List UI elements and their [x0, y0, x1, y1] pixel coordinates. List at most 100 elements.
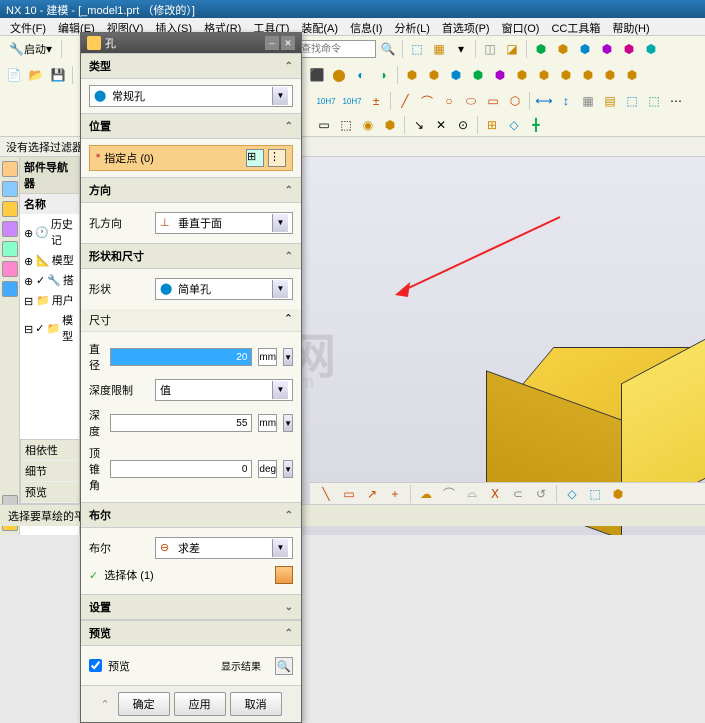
depth-limit-combo[interactable]: 值 ▼ [155, 379, 293, 401]
section-dims-header[interactable]: 尺寸 ⌃ [81, 309, 301, 332]
footer-chevron-icon[interactable]: ⌃ [100, 698, 109, 711]
menu-file[interactable]: 文件(F) [4, 18, 52, 35]
rail-nav-icon[interactable] [2, 161, 18, 177]
cancel-button[interactable]: 取消 [230, 692, 282, 716]
tb-subtract-icon[interactable]: ⬢ [578, 65, 598, 85]
section-direction-header[interactable]: 方向 ⌃ [81, 177, 301, 203]
tb-layer-icon[interactable]: ▤ [600, 91, 620, 111]
tb-wcs-icon[interactable]: ⊞ [482, 115, 502, 135]
tb-arc-icon[interactable]: ⌒ [417, 91, 437, 111]
section-shape-header[interactable]: 形状和尺寸 ⌃ [81, 243, 301, 269]
bt-c1-icon[interactable]: ⌒ [439, 484, 459, 504]
tb-unite-icon[interactable]: ⬢ [556, 65, 576, 85]
tb-cyl-icon[interactable]: ⬤ [329, 65, 349, 85]
rail-const-icon[interactable] [2, 201, 18, 217]
tb-snap3-icon[interactable]: ⊙ [453, 115, 473, 135]
bt-c5-icon[interactable]: ↺ [531, 484, 551, 504]
tb-pattern-icon[interactable]: ⬢ [512, 65, 532, 85]
tab-dependency[interactable]: 相依性 [21, 440, 79, 461]
nav-item-model2[interactable]: ⊟✓📁模型 [20, 310, 79, 346]
chevron-down-icon[interactable]: ▼ [272, 214, 288, 232]
preview-checkbox[interactable] [89, 659, 102, 672]
tb-tol-icon[interactable]: ± [366, 91, 386, 111]
bt-rect-icon[interactable]: ▭ [339, 484, 359, 504]
chevron-down-icon[interactable]: ▼ [272, 87, 288, 105]
tb-intersect-icon[interactable]: ⬢ [600, 65, 620, 85]
tb-circle-icon[interactable]: ○ [439, 91, 459, 111]
tb-cube2-icon[interactable]: ⬢ [553, 39, 573, 59]
bt-d2-icon[interactable]: ⬚ [585, 484, 605, 504]
select-body-button[interactable] [275, 566, 293, 584]
bt-c2-icon[interactable]: ⌓ [462, 484, 482, 504]
sketch-point-button[interactable]: ⊞ [246, 149, 264, 167]
bt-line-icon[interactable]: ╲ [316, 484, 336, 504]
point-dialog-button[interactable]: ⋮ [268, 149, 286, 167]
search-icon[interactable]: 🔍 [378, 39, 398, 59]
diameter-dropdown-icon[interactable]: ▼ [283, 348, 293, 366]
tb-dim1-icon[interactable]: ⟷ [534, 91, 554, 111]
menu-prefs[interactable]: 首选项(P) [436, 18, 496, 35]
section-boolean-header[interactable]: 布尔 ⌃ [81, 502, 301, 528]
tb-view1-icon[interactable]: ⬚ [622, 91, 642, 111]
menu-analysis[interactable]: 分析(L) [388, 18, 435, 35]
tb-cube4-icon[interactable]: ⬢ [597, 39, 617, 59]
rail-ie-icon[interactable] [2, 281, 18, 297]
chevron-down-icon[interactable]: ▼ [272, 539, 288, 557]
tab-detail[interactable]: 细节 [21, 461, 79, 482]
tb-box-icon[interactable]: ⬛ [307, 65, 327, 85]
nav-item-model[interactable]: ⊕📐模型 [20, 250, 79, 270]
bt-c3-icon[interactable]: Ⅹ [485, 484, 505, 504]
tb-sel3-icon[interactable]: ◉ [358, 115, 378, 135]
rail-assy-icon[interactable] [2, 181, 18, 197]
tb-sel4-icon[interactable]: ⬢ [380, 115, 400, 135]
tb-shell-icon[interactable]: ⬢ [468, 65, 488, 85]
tb-dim2-icon[interactable]: ↕ [556, 91, 576, 111]
rail-role-icon[interactable] [2, 261, 18, 277]
nav-item-history[interactable]: ⊕🕐历史记 [20, 214, 79, 250]
apply-button[interactable]: 应用 [174, 692, 226, 716]
tb-btn-a5[interactable]: ◪ [502, 39, 522, 59]
section-position-header[interactable]: 位置 ⌃ [81, 113, 301, 139]
chevron-down-icon[interactable]: ▼ [272, 381, 288, 399]
bt-plus-icon[interactable]: + [385, 484, 405, 504]
ok-button[interactable]: 确定 [118, 692, 170, 716]
show-result-button[interactable]: 🔍 [275, 657, 293, 675]
tb-sel2-icon[interactable]: ⬚ [336, 115, 356, 135]
bt-cloud-icon[interactable]: ☁ [416, 484, 436, 504]
rail-hist-icon[interactable] [2, 241, 18, 257]
tb-trim-icon[interactable]: ⬢ [622, 65, 642, 85]
tb-grid-icon[interactable]: ▦ [578, 91, 598, 111]
menu-cctoolbox[interactable]: CC工具箱 [545, 18, 606, 35]
bt-d1-icon[interactable]: ◇ [562, 484, 582, 504]
chevron-down-icon[interactable]: ▼ [272, 280, 288, 298]
tb-line-icon[interactable]: ╱ [395, 91, 415, 111]
tb-h7-1[interactable]: 10H7 [314, 91, 338, 111]
tb-feat2-icon[interactable]: ◑ [373, 65, 393, 85]
tb-sel1-icon[interactable]: ▭ [314, 115, 334, 135]
command-search-input[interactable] [296, 40, 376, 58]
tb-cube3-icon[interactable]: ⬢ [575, 39, 595, 59]
nav-item-user[interactable]: ⊟📁用户 [20, 290, 79, 310]
tb-open-icon[interactable]: 📂 [26, 65, 46, 85]
direction-combo[interactable]: ⊥ 垂直于面 ▼ [155, 212, 293, 234]
tb-cube5-icon[interactable]: ⬢ [619, 39, 639, 59]
shape-combo[interactable]: ⬤ 简单孔 ▼ [155, 278, 293, 300]
bt-d3-icon[interactable]: ⬢ [608, 484, 628, 504]
tb-mirror-icon[interactable]: ⬢ [534, 65, 554, 85]
tb-more-icon[interactable]: ⋯ [666, 91, 686, 111]
tb-draft-icon[interactable]: ⬢ [490, 65, 510, 85]
tb-h7-2[interactable]: 10H7 [340, 91, 364, 111]
tb-save-icon[interactable]: 💾 [48, 65, 68, 85]
tb-btn-a4[interactable]: ◫ [480, 39, 500, 59]
tb-view2-icon[interactable]: ⬚ [644, 91, 664, 111]
dialog-titlebar[interactable]: 孔 – ✕ [81, 33, 301, 53]
select-body-row[interactable]: ✓ 选择体 (1) [89, 562, 293, 588]
section-type-header[interactable]: 类型 ⌃ [81, 53, 301, 79]
depth-dropdown-icon[interactable]: ▼ [283, 414, 293, 432]
tb-extrude-icon[interactable]: ⬢ [402, 65, 422, 85]
section-settings-header[interactable]: 设置 ⌄ [81, 594, 301, 620]
tb-snap1-icon[interactable]: ↘ [409, 115, 429, 135]
specify-point-row[interactable]: * 指定点 (0) ⊞ ⋮ [89, 145, 293, 171]
menu-info[interactable]: 信息(I) [344, 18, 388, 35]
tb-hole-icon[interactable]: ⬢ [446, 65, 466, 85]
